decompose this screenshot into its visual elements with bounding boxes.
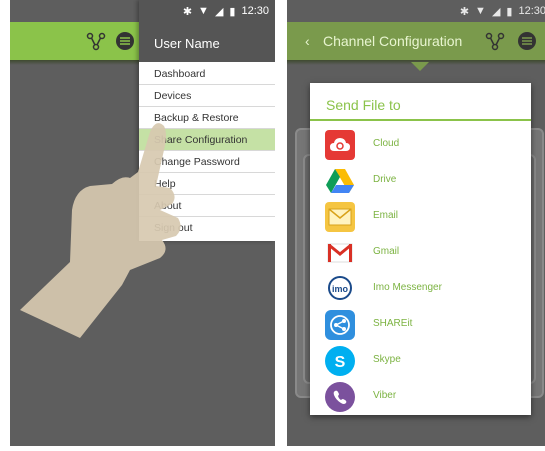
status-bar: ✱ ▼ ◢ ▮ 12:30	[287, 0, 545, 22]
svg-text:imo: imo	[332, 284, 349, 294]
network-icon[interactable]	[484, 30, 506, 52]
shareit-icon	[325, 310, 355, 340]
email-icon	[325, 202, 355, 232]
dialog-divider	[310, 119, 531, 121]
share-target-gmail[interactable]: Gmail	[310, 234, 531, 270]
gmail-icon	[325, 238, 355, 268]
bluetooth-icon: ✱	[459, 5, 470, 18]
share-target-label: Gmail	[373, 246, 400, 257]
right-phone-screen: ✱ ▼ ◢ ▮ 12:30 ‹ Channel Configuration Se…	[287, 0, 545, 446]
svg-text:S: S	[335, 354, 346, 370]
wifi-icon: ▼	[475, 5, 486, 17]
send-file-dialog: Send File to Cloud Drive Email Gmail imo…	[310, 83, 531, 415]
share-target-drive[interactable]: Drive	[310, 162, 531, 198]
skype-icon: S	[325, 346, 355, 376]
share-target-label: Skype	[373, 354, 401, 365]
page-title: Channel Configuration	[323, 33, 463, 49]
tab-indicator-icon	[411, 62, 429, 71]
back-arrow-icon[interactable]: ‹	[305, 33, 310, 49]
cloud-icon	[325, 130, 355, 160]
share-target-label: SHAREit	[373, 318, 413, 329]
share-target-skype[interactable]: S Skype	[310, 342, 531, 378]
share-target-imo-messenger[interactable]: imo Imo Messenger	[310, 270, 531, 306]
share-target-label: Email	[373, 210, 399, 221]
share-target-label: Cloud	[373, 138, 400, 149]
imo-icon: imo	[325, 274, 355, 304]
share-target-viber[interactable]: Viber	[310, 378, 531, 414]
viber-icon	[325, 382, 355, 412]
status-time: 12:30	[518, 5, 545, 17]
share-target-shareit[interactable]: SHAREit	[310, 306, 531, 342]
share-target-label: Imo Messenger	[373, 282, 442, 293]
battery-icon: ▮	[506, 5, 513, 18]
share-target-label: Viber	[373, 390, 397, 401]
dialog-title: Send File to	[326, 97, 401, 113]
share-target-label: Drive	[373, 174, 397, 185]
left-phone-screen: ✱ ▼ ◢ ▮ 12:30 User Name Dashboard Device…	[10, 0, 275, 446]
signal-icon: ◢	[491, 5, 501, 18]
menu-icon[interactable]	[516, 30, 538, 52]
share-target-email[interactable]: Email	[310, 198, 531, 234]
share-target-cloud[interactable]: Cloud	[310, 126, 531, 162]
pointing-hand-illustration	[20, 123, 181, 338]
drive-icon	[325, 166, 355, 196]
